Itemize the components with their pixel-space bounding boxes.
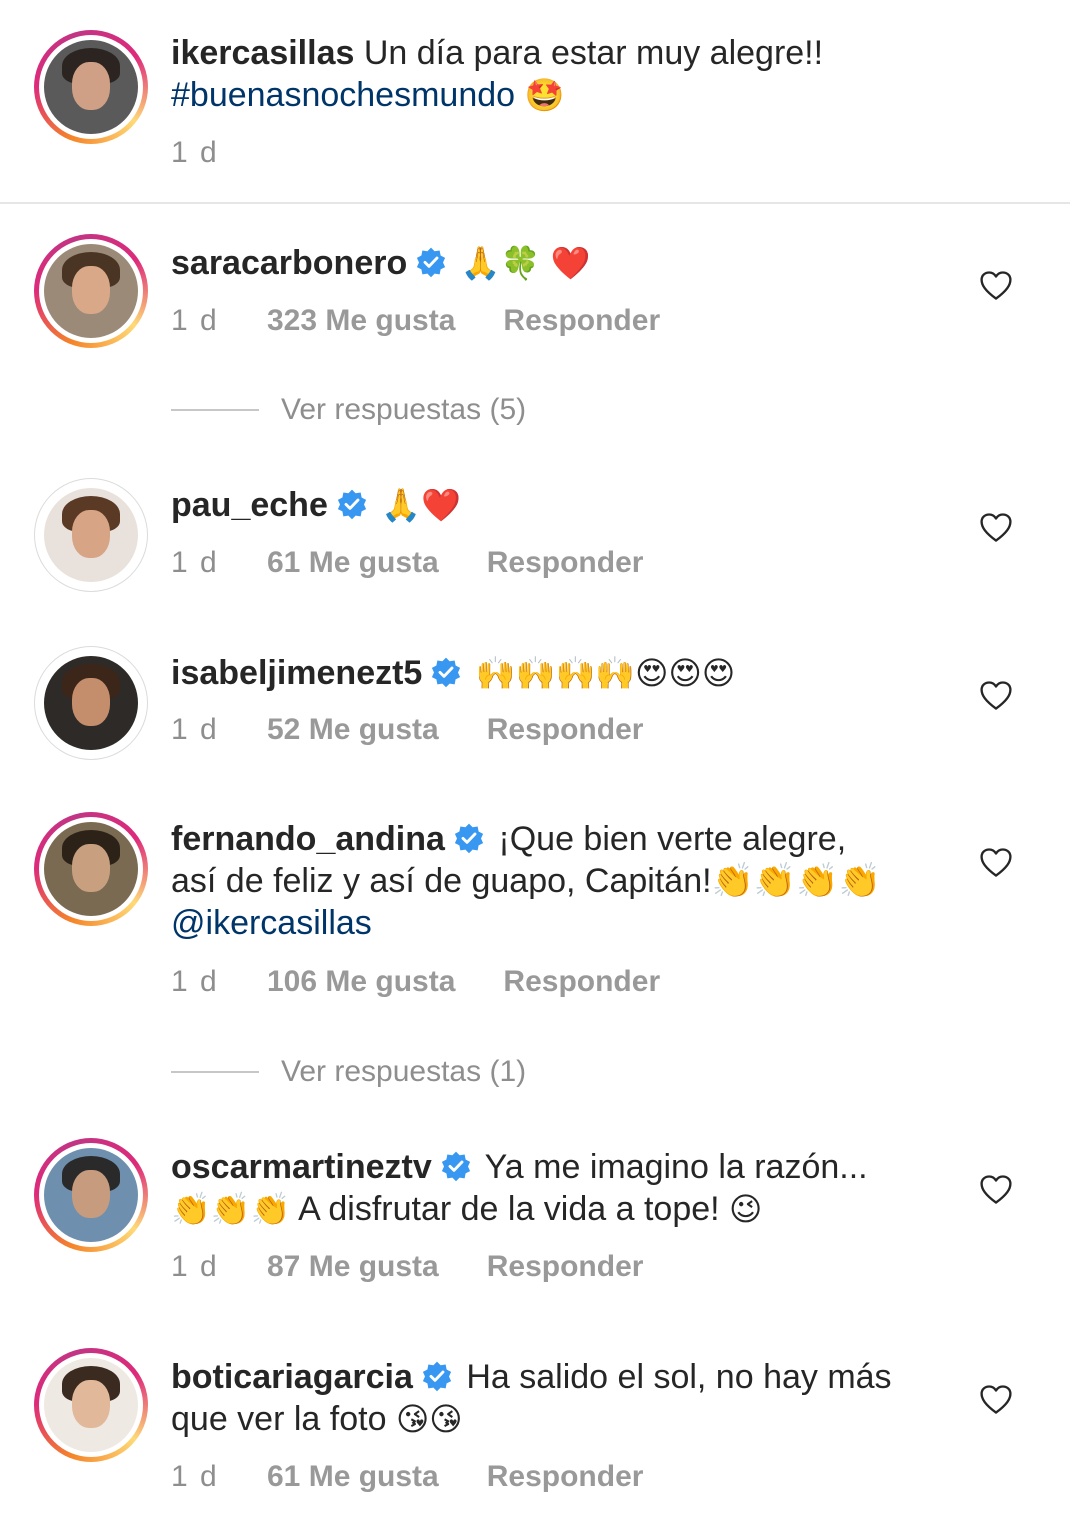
comment-meta: 1 d 61 Me gusta Responder [171,546,643,580]
comment-time: 1 d [171,965,219,998]
comment-time: 1 d [171,1250,219,1283]
heart-outline-icon[interactable] [978,268,1014,304]
heart-outline-icon[interactable] [978,510,1014,546]
comment-text: fernando_andina ¡Que bien verte alegre, … [171,818,951,944]
comment-likes[interactable]: 52 Me gusta [267,713,439,747]
verified-badge-icon [430,656,462,688]
comment-meta: 1 d 106 Me gusta Responder [171,965,660,999]
comment-likes[interactable]: 61 Me gusta [267,546,439,580]
comment-meta: 1 d 52 Me gusta Responder [171,713,643,747]
heart-outline-icon[interactable] [978,678,1014,714]
comment-username[interactable]: fernando_andina [171,820,445,858]
avatar[interactable] [34,478,148,592]
caption-body: Un día para estar muy alegre!! [363,34,824,72]
comment-time: 1 d [171,304,219,337]
view-replies-button[interactable]: Ver respuestas (1) [281,1055,526,1089]
verified-badge-icon [415,246,447,278]
comment-username[interactable]: pau_eche [171,486,328,524]
comment-text: saracarbonero 🙏🍀 ❤️ [171,242,951,284]
comment-meta: 1 d 61 Me gusta Responder [171,1460,643,1494]
caption-hashtag[interactable]: #buenasnochesmundo [171,76,515,114]
caption-text: ikercasillas Un día para estar muy alegr… [171,32,951,116]
comment-username[interactable]: isabeljimenezt5 [171,654,422,692]
reply-button[interactable]: Responder [503,304,660,337]
comment-body: 🙏❤️ [381,486,461,524]
verified-badge-icon [453,822,485,854]
verified-badge-icon [336,488,368,520]
comment-text: pau_eche 🙏❤️ [171,484,951,526]
heart-outline-icon[interactable] [978,1172,1014,1208]
comment-body-line1: ¡Que bien verte alegre, [498,820,847,858]
comment-meta: 1 d 323 Me gusta Responder [171,304,660,338]
comment-mention[interactable]: @ikercasillas [171,904,372,942]
caption-meta: 1 d [171,136,267,170]
comment-body: 🙌🙌🙌🙌😍😍😍 [475,654,736,692]
comment-body-emoji: 👏👏👏 [171,1190,291,1228]
comment-time: 1 d [171,1460,219,1493]
avatar[interactable] [34,812,148,926]
reply-button[interactable]: Responder [487,546,644,579]
comment-time: 1 d [171,713,219,746]
reply-button[interactable]: Responder [487,1460,644,1493]
comment-body-emoji: 😘😘 [395,1400,463,1438]
reply-button[interactable]: Responder [487,1250,644,1283]
heart-outline-icon[interactable] [978,845,1014,881]
comment-body-line2: A disfrutar de la vida a tope! [298,1190,720,1228]
replies-line [171,1071,259,1073]
avatar[interactable] [34,30,148,144]
comment-time: 1 d [171,546,219,579]
comment-likes[interactable]: 106 Me gusta [267,965,455,999]
verified-badge-icon [440,1150,472,1182]
avatar[interactable] [34,1348,148,1462]
caption-time: 1 d [171,136,219,169]
comment-body-line1: Ya me imagino la razón... [484,1148,868,1186]
divider [0,202,1070,204]
comment-text: isabeljimenezt5 🙌🙌🙌🙌😍😍😍 [171,652,951,694]
comment-body-line2: así de feliz y así de guapo, Capitán!👏👏👏… [171,862,881,900]
comment-text: boticariagarcia Ha salido el sol, no hay… [171,1356,951,1440]
comment-username[interactable]: saracarbonero [171,244,407,282]
comment-body-line2: que ver la foto [171,1400,387,1438]
caption-username[interactable]: ikercasillas [171,34,354,72]
caption-emoji: 🤩 [524,76,565,114]
comment-meta: 1 d 87 Me gusta Responder [171,1250,643,1284]
view-replies-button[interactable]: Ver respuestas (5) [281,393,526,427]
avatar[interactable] [34,646,148,760]
comment-text: oscarmartineztv Ya me imagino la razón..… [171,1146,951,1230]
avatar[interactable] [34,234,148,348]
comment-likes[interactable]: 61 Me gusta [267,1460,439,1494]
replies-line [171,409,259,411]
comment-likes[interactable]: 87 Me gusta [267,1250,439,1284]
comment-username[interactable]: boticariagarcia [171,1358,413,1396]
comment-likes[interactable]: 323 Me gusta [267,304,455,338]
heart-outline-icon[interactable] [978,1382,1014,1418]
comment-body-end-emoji: 😉 [729,1190,763,1228]
reply-button[interactable]: Responder [487,713,644,746]
comment-body: 🙏🍀 ❤️ [460,244,591,282]
verified-badge-icon [421,1360,453,1392]
comment-body-line1: Ha salido el sol, no hay más [466,1358,892,1396]
comment-username[interactable]: oscarmartineztv [171,1148,432,1186]
avatar[interactable] [34,1138,148,1252]
reply-button[interactable]: Responder [503,965,660,998]
